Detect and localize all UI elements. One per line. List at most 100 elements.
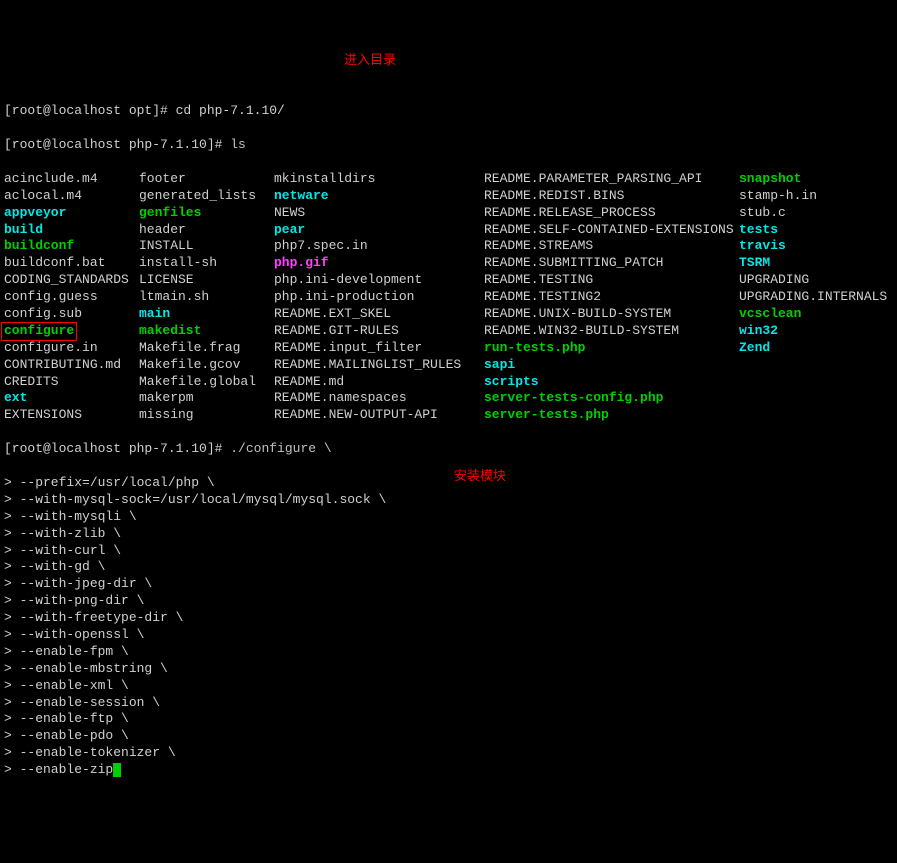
ls-file: missing — [139, 407, 274, 424]
ls-file: README.NEW-OUTPUT-API — [274, 407, 484, 424]
ls-file: README.PARAMETER_PARSING_API — [484, 171, 739, 188]
ls-file: config.guess — [4, 289, 139, 306]
configure-arg-line: > --with-jpeg-dir \ — [4, 576, 893, 593]
ls-file: sapi — [484, 357, 739, 374]
ls-file: README.SELF-CONTAINED-EXTENSIONS — [484, 222, 739, 239]
ls-file: php.gif — [274, 255, 484, 272]
annotation-install-module: 安装模块 — [454, 469, 506, 486]
ls-file: README.UNIX-BUILD-SYSTEM — [484, 306, 739, 323]
highlighted-file: configure — [1, 322, 77, 341]
ls-row: config.submainREADME.EXT_SKELREADME.UNIX… — [4, 306, 893, 323]
ls-file: TSRM — [739, 255, 770, 272]
ls-file: CONTRIBUTING.md — [4, 357, 139, 374]
cursor — [113, 763, 121, 777]
ls-file: README.TESTING2 — [484, 289, 739, 306]
configure-arg-line: > --enable-xml \ — [4, 678, 893, 695]
prompt-line-cd: [root@localhost opt]# cd php-7.1.10/ — [4, 103, 285, 118]
configure-arg-line: > --enable-session \ — [4, 695, 893, 712]
ls-file: main — [139, 306, 274, 323]
ls-file: UPGRADING — [739, 272, 809, 289]
ls-file: configure — [4, 323, 139, 340]
ls-file: EXTENSIONS — [4, 407, 139, 424]
configure-arg-line: > --with-openssl \ — [4, 627, 893, 644]
configure-arg-line: > --prefix=/usr/local/php \ — [4, 475, 893, 492]
ls-row: CREDITSMakefile.globalREADME.mdscripts — [4, 374, 893, 391]
ls-file: appveyor — [4, 205, 139, 222]
ls-file: CODING_STANDARDS — [4, 272, 139, 289]
ls-file: footer — [139, 171, 274, 188]
configure-arg-line: > --enable-fpm \ — [4, 644, 893, 661]
ls-row: CONTRIBUTING.mdMakefile.gcovREADME.MAILI… — [4, 357, 893, 374]
ls-file: aclocal.m4 — [4, 188, 139, 205]
configure-arg-line: > --with-curl \ — [4, 543, 893, 560]
configure-arg-line: > --enable-tokenizer \ — [4, 745, 893, 762]
ls-row: buildconf.batinstall-shphp.gifREADME.SUB… — [4, 255, 893, 272]
ls-file: Makefile.global — [139, 374, 274, 391]
ls-file: LICENSE — [139, 272, 274, 289]
configure-arg-line: > --enable-zip — [4, 762, 893, 779]
ls-file: README.WIN32-BUILD-SYSTEM — [484, 323, 739, 340]
ls-file: php.ini-production — [274, 289, 484, 306]
ls-file: netware — [274, 188, 484, 205]
ls-file: pear — [274, 222, 484, 239]
ls-file: README.SUBMITTING_PATCH — [484, 255, 739, 272]
ls-file: generated_lists — [139, 188, 274, 205]
configure-args: > --prefix=/usr/local/php \> --with-mysq… — [4, 475, 893, 779]
configure-arg-line: > --with-gd \ — [4, 559, 893, 576]
ls-file: CREDITS — [4, 374, 139, 391]
ls-file: buildconf — [4, 238, 139, 255]
prompt-line-ls-prompt: [root@localhost php-7.1.10]# — [4, 137, 230, 152]
configure-arg-line: > --with-zlib \ — [4, 526, 893, 543]
ls-row: buildheaderpearREADME.SELF-CONTAINED-EXT… — [4, 222, 893, 239]
ls-row: EXTENSIONSmissingREADME.NEW-OUTPUT-APIse… — [4, 407, 893, 424]
ls-file: ltmain.sh — [139, 289, 274, 306]
ls-file: README.MAILINGLIST_RULES — [274, 357, 484, 374]
configure-arg-line: > --enable-mbstring \ — [4, 661, 893, 678]
ls-file: stub.c — [739, 205, 786, 222]
ls-file: tests — [739, 222, 778, 239]
ls-file: makedist — [139, 323, 274, 340]
ls-file: NEWS — [274, 205, 484, 222]
ls-row: config.guessltmain.shphp.ini-productionR… — [4, 289, 893, 306]
ls-file: configure.in — [4, 340, 139, 357]
ls-file: php.ini-development — [274, 272, 484, 289]
ls-file: install-sh — [139, 255, 274, 272]
ls-file: run-tests.php — [484, 340, 739, 357]
ls-file: config.sub — [4, 306, 139, 323]
ls-file: UPGRADING.INTERNALS — [739, 289, 887, 306]
ls-file: vcsclean — [739, 306, 801, 323]
ls-file: README.EXT_SKEL — [274, 306, 484, 323]
prompt-line-ls-cmd: ls — [230, 137, 246, 152]
ls-file: scripts — [484, 374, 739, 391]
ls-file: server-tests.php — [484, 407, 739, 424]
ls-file: php7.spec.in — [274, 238, 484, 255]
ls-row: buildconfINSTALLphp7.spec.inREADME.STREA… — [4, 238, 893, 255]
ls-output: acinclude.m4footermkinstalldirsREADME.PA… — [4, 171, 893, 424]
ls-row: appveyorgenfilesNEWSREADME.RELEASE_PROCE… — [4, 205, 893, 222]
terminal-window[interactable]: 进入目录 安装模块 [root@localhost opt]# cd php-7… — [4, 53, 893, 796]
ls-file: README.namespaces — [274, 390, 484, 407]
ls-file: stamp-h.in — [739, 188, 817, 205]
ls-file: README.input_filter — [274, 340, 484, 357]
ls-file: travis — [739, 238, 786, 255]
ls-file: build — [4, 222, 139, 239]
ls-file: ext — [4, 390, 139, 407]
annotation-enter-dir: 进入目录 — [344, 53, 396, 70]
ls-row: CODING_STANDARDSLICENSEphp.ini-developme… — [4, 272, 893, 289]
ls-file: INSTALL — [139, 238, 274, 255]
ls-file: Makefile.frag — [139, 340, 274, 357]
ls-file: buildconf.bat — [4, 255, 139, 272]
ls-row: acinclude.m4footermkinstalldirsREADME.PA… — [4, 171, 893, 188]
configure-arg-line: > --with-png-dir \ — [4, 593, 893, 610]
ls-file: snapshot — [739, 171, 801, 188]
ls-file: README.TESTING — [484, 272, 739, 289]
ls-file: README.RELEASE_PROCESS — [484, 205, 739, 222]
ls-file: Zend — [739, 340, 770, 357]
configure-arg-line: > --with-mysql-sock=/usr/local/mysql/mys… — [4, 492, 893, 509]
configure-arg-line: > --with-mysqli \ — [4, 509, 893, 526]
configure-arg-line: > --enable-ftp \ — [4, 711, 893, 728]
ls-file: README.STREAMS — [484, 238, 739, 255]
ls-file: mkinstalldirs — [274, 171, 484, 188]
ls-row: configure.inMakefile.fragREADME.input_fi… — [4, 340, 893, 357]
ls-file: server-tests-config.php — [484, 390, 739, 407]
